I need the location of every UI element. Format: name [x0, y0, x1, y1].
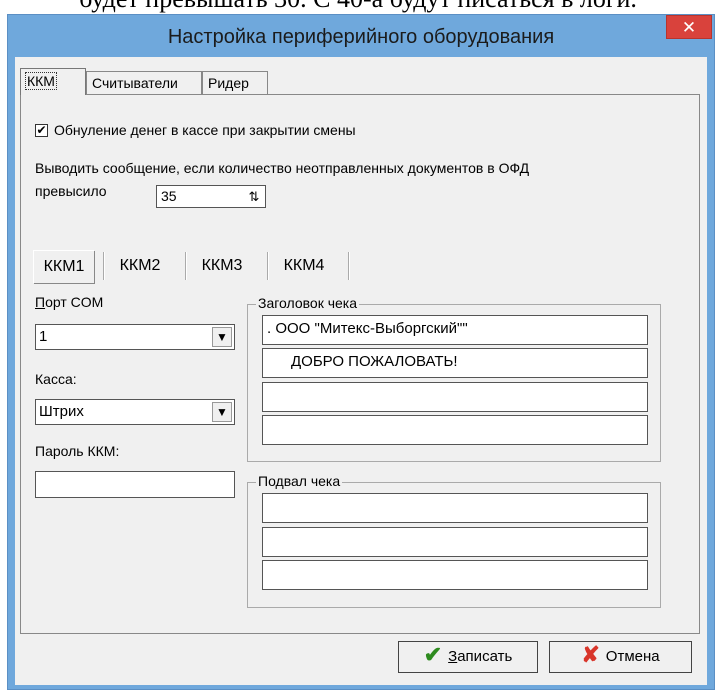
receipt-header-line-1[interactable]: . ООО "Митекс-Выборгский"" [262, 315, 648, 345]
tab-kkm[interactable]: ККМ [20, 68, 86, 95]
receipt-footer-line-2[interactable] [262, 527, 648, 557]
subtab-kkm1[interactable]: ККМ1 [33, 250, 94, 283]
tab-rider[interactable]: Ридер [202, 71, 268, 94]
subtab-separator [103, 252, 104, 280]
zero-cash-checkbox[interactable]: ✔ [35, 123, 48, 137]
cash-register-label: Касса: [35, 371, 77, 387]
cancel-x-icon: ✘ [581, 642, 600, 668]
receipt-header-line-2[interactable]: ДОБРО ПОЖАЛОВАТЬ! [262, 348, 648, 378]
title-bar[interactable]: Настройка периферийного оборудования ✕ [8, 15, 714, 57]
close-icon: ✕ [681, 18, 697, 37]
checkmark-icon: ✔ [423, 642, 443, 668]
port-com-select[interactable]: 1 ▼ [35, 324, 235, 350]
zero-cash-label: Обнуление денег в кассе при закрытии сме… [54, 122, 356, 138]
receipt-footer-title: Подвал чека [256, 473, 343, 489]
dialog-title: Настройка периферийного оборудования [167, 26, 555, 48]
receipt-header-line-3[interactable] [262, 382, 648, 412]
tab-readers[interactable]: Считыватели [86, 71, 202, 94]
threshold-label-exceeded: превысило [35, 183, 107, 199]
kkm-password-label: Пароль ККМ: [35, 443, 120, 459]
threshold-label: Выводить сообщение, если количество неот… [35, 160, 530, 176]
receipt-header-title: Заголовок чека [256, 295, 360, 311]
threshold-value: 35 [161, 188, 177, 204]
port-com-label: Порт COM [35, 294, 104, 310]
cancel-button[interactable]: ✘ Отмена [549, 641, 692, 673]
subtab-separator [267, 252, 268, 280]
subtab-kkm2[interactable]: ККМ2 [105, 250, 175, 282]
receipt-footer-line-1[interactable] [262, 493, 648, 523]
receipt-header-line-4[interactable] [262, 415, 648, 445]
receipt-footer-line-3[interactable] [262, 560, 648, 590]
subtab-separator [348, 252, 349, 280]
cash-register-value: Штрих [39, 403, 84, 420]
subtab-separator [185, 252, 186, 280]
dialog-client-area: ККМ Считыватели Ридер ✔ Обнуление денег в… [15, 57, 707, 685]
kkm-password-input[interactable] [35, 471, 235, 498]
chevron-down-icon[interactable]: ▼ [212, 402, 232, 422]
receipt-header-group: Заголовок чека . ООО "Митекс-Выборгский"… [247, 295, 661, 462]
settings-dialog: Настройка периферийного оборудования ✕ К… [7, 14, 715, 690]
close-button[interactable]: ✕ [666, 15, 712, 39]
chevron-down-icon[interactable]: ▼ [212, 327, 232, 347]
subtab-kkm4[interactable]: ККМ4 [269, 250, 339, 282]
subtab-kkm3[interactable]: ККМ3 [187, 250, 257, 282]
zero-cash-checkbox-row[interactable]: ✔ Обнуление денег в кассе при закрытии см… [35, 121, 356, 139]
port-com-value: 1 [39, 328, 48, 345]
save-button[interactable]: ✔ Записать [398, 641, 538, 673]
threshold-spinner[interactable]: 35 ⇅ [156, 185, 266, 208]
spin-arrows-icon[interactable]: ⇅ [245, 187, 263, 206]
tab-panel-kkm: ✔ Обнуление денег в кассе при закрытии см… [20, 94, 700, 634]
cash-register-select[interactable]: Штрих ▼ [35, 399, 235, 425]
receipt-footer-group: Подвал чека [247, 473, 661, 608]
